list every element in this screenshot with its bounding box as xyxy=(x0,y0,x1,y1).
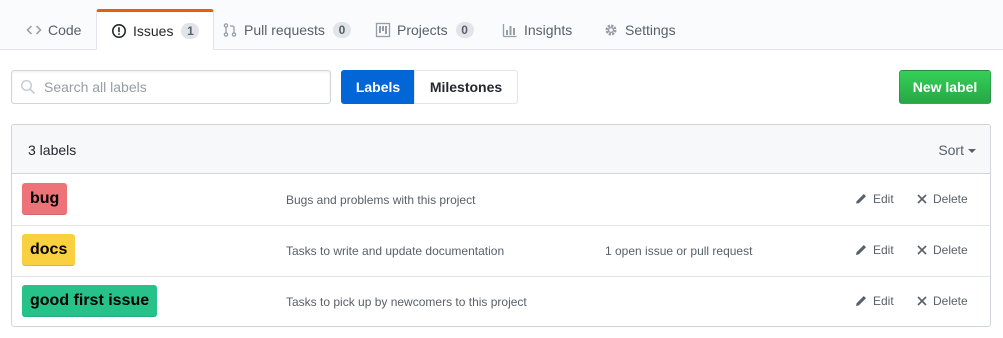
edit-button[interactable]: Edit xyxy=(854,243,894,257)
edit-button[interactable]: Edit xyxy=(854,192,894,206)
code-icon xyxy=(26,22,42,38)
close-icon xyxy=(916,295,928,307)
issue-opened-icon xyxy=(111,23,127,39)
delete-label: Delete xyxy=(933,192,968,206)
label-pill-docs[interactable]: docs xyxy=(22,234,76,266)
delete-button[interactable]: Delete xyxy=(916,243,968,257)
pencil-icon xyxy=(854,294,868,308)
label-description: Bugs and problems with this project xyxy=(286,193,476,207)
search-input[interactable] xyxy=(44,79,314,95)
label-row: docs Tasks to write and update documenta… xyxy=(12,226,990,277)
delete-button[interactable]: Delete xyxy=(916,294,968,308)
edit-label: Edit xyxy=(873,243,894,257)
tab-label: Projects xyxy=(397,22,448,38)
label-description: Tasks to write and update documentation xyxy=(286,244,505,258)
search-labels-field[interactable] xyxy=(11,70,331,104)
edit-button[interactable]: Edit xyxy=(854,294,894,308)
tab-issues[interactable]: Issues 1 xyxy=(96,9,215,50)
pull-requests-counter: 0 xyxy=(332,22,351,38)
delete-button[interactable]: Delete xyxy=(916,192,968,206)
labels-list-header: 3 labels Sort xyxy=(12,125,990,174)
tab-label: Insights xyxy=(524,22,573,38)
label-row: good first issue Tasks to pick up by new… xyxy=(12,277,990,326)
tab-settings[interactable]: Settings xyxy=(589,10,690,50)
graph-icon xyxy=(502,22,518,38)
tab-insights[interactable]: Insights xyxy=(488,10,586,50)
tab-code[interactable]: Code xyxy=(12,10,95,50)
project-icon xyxy=(375,22,391,38)
caret-down-icon xyxy=(968,149,976,153)
issues-counter: 1 xyxy=(181,22,200,39)
close-icon xyxy=(916,193,928,205)
tab-label: Pull requests xyxy=(244,22,325,38)
label-row: bug Bugs and problems with this project … xyxy=(12,175,990,226)
edit-label: Edit xyxy=(873,294,894,308)
labels-count: 3 labels xyxy=(28,142,77,158)
label-description: Tasks to pick up by newcomers to this pr… xyxy=(286,295,527,309)
gear-icon xyxy=(603,22,619,38)
tab-label: Settings xyxy=(625,22,676,38)
delete-label: Delete xyxy=(933,243,968,257)
pencil-icon xyxy=(854,192,868,206)
sort-label: Sort xyxy=(938,142,964,158)
tab-projects[interactable]: Projects 0 xyxy=(361,10,488,50)
search-icon xyxy=(20,79,36,95)
labels-toggle-button[interactable]: Labels xyxy=(341,70,415,104)
repo-tabnav: Code Issues 1 Pull requests 0 Projects 0… xyxy=(0,0,1003,50)
tab-pull-requests[interactable]: Pull requests 0 xyxy=(208,10,365,50)
label-pill-good-first-issue[interactable]: good first issue xyxy=(22,285,158,317)
tab-label: Issues xyxy=(133,22,174,39)
label-pill-bug[interactable]: bug xyxy=(22,183,68,215)
git-pull-request-icon xyxy=(222,22,238,38)
pencil-icon xyxy=(854,243,868,257)
milestones-toggle-button[interactable]: Milestones xyxy=(414,70,518,104)
delete-label: Delete xyxy=(933,294,968,308)
projects-counter: 0 xyxy=(455,22,474,38)
edit-label: Edit xyxy=(873,192,894,206)
close-icon xyxy=(916,244,928,256)
open-issues-link[interactable]: 1 open issue or pull request xyxy=(605,244,752,258)
tab-label: Code xyxy=(48,22,82,38)
new-label-button[interactable]: New label xyxy=(899,70,991,104)
labels-list: 3 labels Sort bug Bugs and problems with… xyxy=(11,124,991,327)
sort-dropdown[interactable]: Sort xyxy=(938,142,976,158)
